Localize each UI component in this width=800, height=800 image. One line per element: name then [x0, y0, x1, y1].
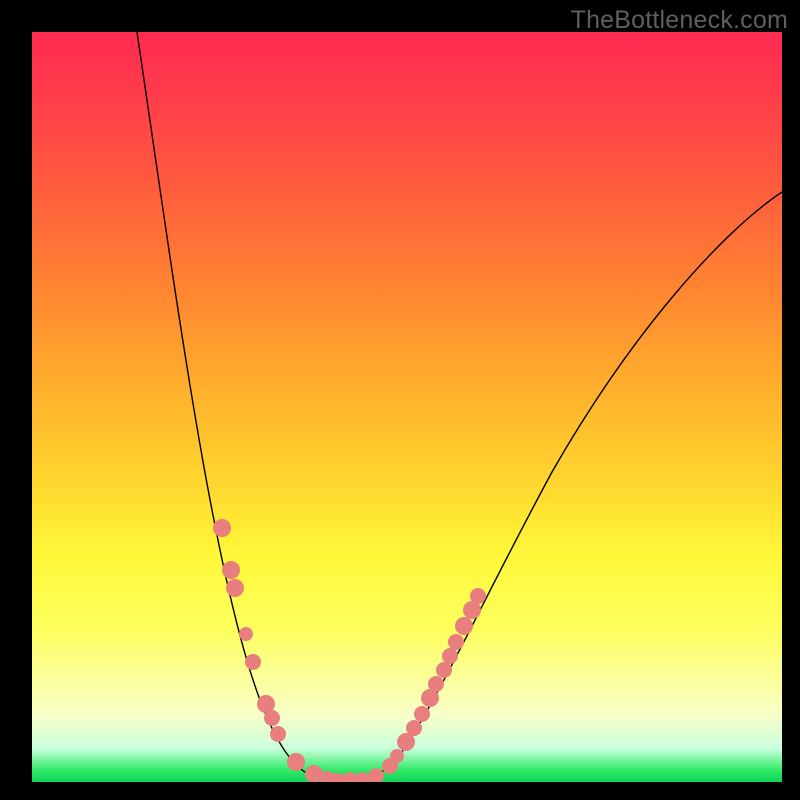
- chart-svg: [32, 32, 782, 782]
- data-marker: [368, 768, 384, 782]
- data-marker: [245, 654, 261, 670]
- chart-frame: TheBottleneck.com: [0, 0, 800, 800]
- data-marker: [436, 662, 452, 678]
- data-marker: [213, 519, 231, 537]
- right-curve: [352, 192, 782, 781]
- marker-group: [213, 519, 486, 782]
- plot-area: [32, 32, 782, 782]
- data-marker: [264, 710, 280, 726]
- data-marker: [222, 561, 240, 579]
- data-marker: [428, 676, 444, 692]
- data-marker: [470, 588, 486, 604]
- watermark-text: TheBottleneck.com: [571, 6, 788, 35]
- data-marker: [414, 706, 430, 722]
- data-marker: [406, 720, 422, 736]
- data-marker: [390, 749, 404, 763]
- data-marker: [226, 579, 244, 597]
- data-marker: [448, 634, 464, 650]
- data-marker: [270, 726, 286, 742]
- left-curve: [137, 32, 352, 781]
- data-marker: [239, 627, 253, 641]
- data-marker: [455, 617, 473, 635]
- data-marker: [354, 772, 370, 782]
- data-marker: [287, 753, 305, 771]
- data-marker: [442, 648, 458, 664]
